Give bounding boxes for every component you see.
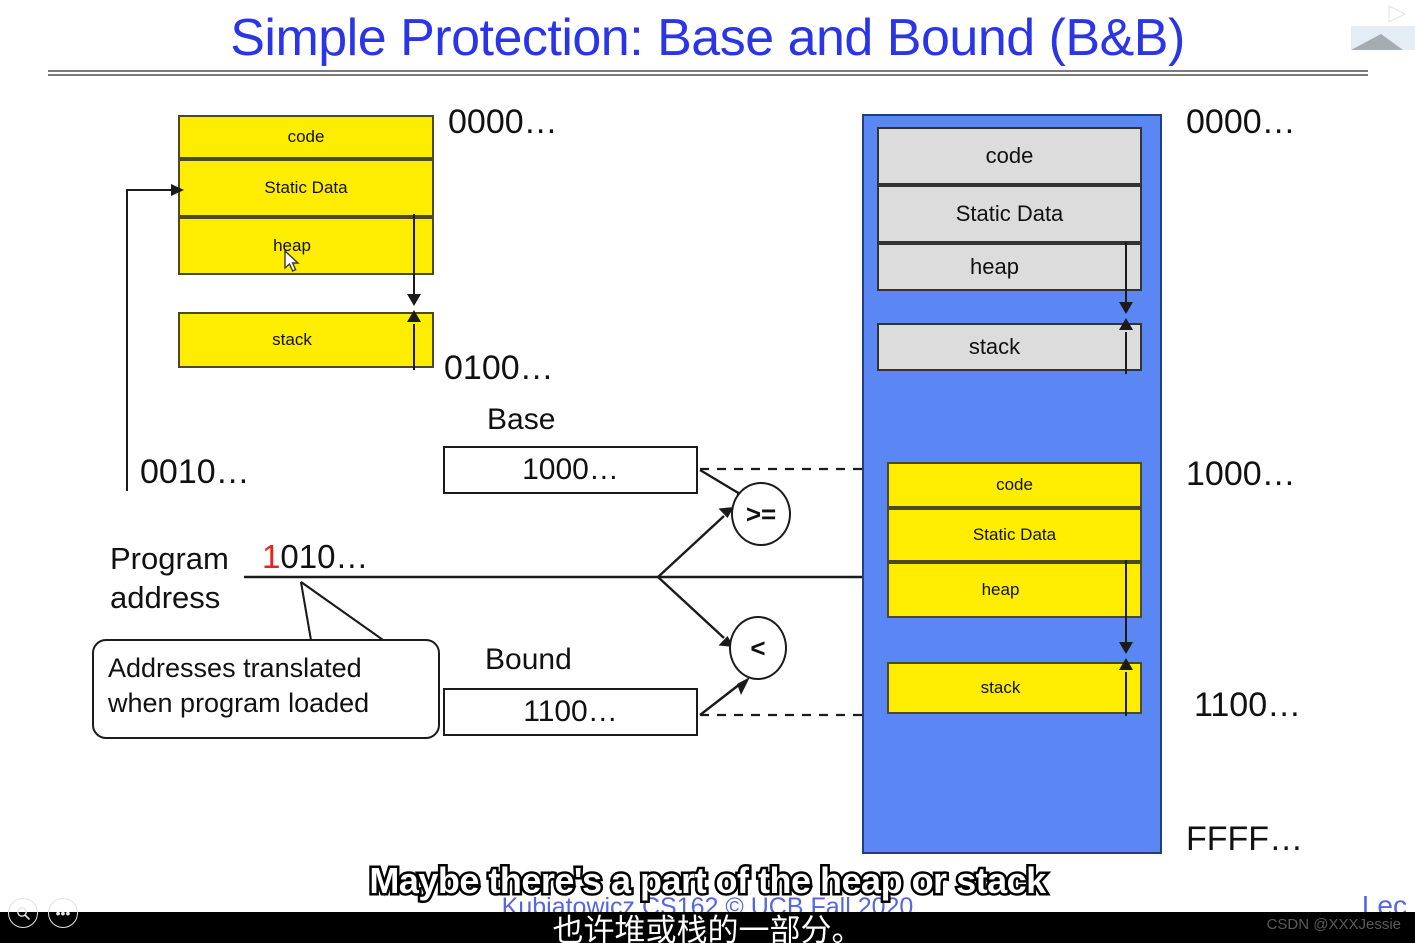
program-address-label-line1: Program bbox=[110, 541, 229, 576]
comparator-less-than: < bbox=[729, 616, 787, 680]
comparator-ge-label: >= bbox=[745, 498, 777, 529]
callout-line1: Addresses translated bbox=[108, 653, 362, 683]
segment-label: code bbox=[287, 127, 325, 146]
virtual-segment-stack: stack bbox=[178, 312, 434, 368]
virtual-segment-heap: heap bbox=[178, 217, 434, 275]
physical-upper-segment-code: code bbox=[877, 127, 1142, 185]
offset-address-label: 0010… bbox=[140, 453, 250, 491]
physical-upper-segment-heap: heap bbox=[877, 243, 1142, 291]
segment-label: code bbox=[985, 143, 1034, 168]
base-register-caption: Base bbox=[487, 403, 556, 436]
physical-lower-growth-arrows bbox=[1110, 558, 1144, 718]
virtual-growth-arrows bbox=[398, 212, 438, 372]
virtual-segment-code: code bbox=[178, 115, 434, 159]
callout-bubble: Addresses translated when program loaded bbox=[92, 639, 440, 739]
physical-upper-segment-stack: stack bbox=[877, 323, 1142, 371]
segment-label: stack bbox=[968, 334, 1021, 359]
physical-lower-segment-heap: heap bbox=[887, 562, 1142, 618]
caption-english: Maybe there's a part of the heap or stac… bbox=[367, 858, 1049, 904]
virtual-segment-static-data: Static Data bbox=[178, 159, 434, 217]
segment-label: heap bbox=[970, 254, 1019, 279]
virtual-address-bottom-label: 0100… bbox=[444, 349, 554, 387]
physical-label-base: 1000… bbox=[1186, 455, 1296, 493]
mouse-cursor bbox=[284, 249, 304, 274]
virtual-address-top-label: 0000… bbox=[448, 103, 558, 141]
segment-label: Static Data bbox=[264, 178, 348, 197]
physical-lower-segment-stack: stack bbox=[887, 662, 1142, 714]
segment-label: Static Data bbox=[972, 525, 1057, 544]
physical-label-bound: 1100… bbox=[1194, 686, 1302, 724]
watermark: CSDN @XXXJessie bbox=[1266, 916, 1401, 933]
comparator-lt-label: < bbox=[750, 632, 766, 663]
segment-label: stack bbox=[272, 330, 312, 349]
caption-chinese: 也许堆或栈的一部分。 bbox=[551, 912, 864, 943]
physical-upper-segment-static-data: Static Data bbox=[877, 185, 1142, 243]
physical-lower-segment-static-data: Static Data bbox=[887, 508, 1142, 562]
physical-upper-growth-arrows bbox=[1110, 240, 1144, 376]
slide-canvas: Simple Protection: Base and Bound (B&B) … bbox=[0, 0, 1415, 943]
physical-label-end: FFFF… bbox=[1186, 820, 1304, 858]
offset-pointer-line bbox=[120, 180, 190, 492]
segment-label: code bbox=[996, 475, 1033, 494]
title-divider bbox=[48, 70, 1368, 76]
comparator-greater-equal: >= bbox=[731, 482, 791, 546]
segment-label: stack bbox=[980, 678, 1021, 697]
search-icon[interactable] bbox=[8, 898, 38, 928]
segment-label: Static Data bbox=[955, 201, 1064, 226]
physical-lower-segment-code: code bbox=[887, 462, 1142, 508]
callout-tail bbox=[235, 578, 445, 648]
segment-label: heap bbox=[981, 580, 1020, 599]
physical-label-top: 0000… bbox=[1186, 103, 1296, 141]
more-options-icon[interactable]: ••• bbox=[48, 898, 78, 928]
program-address-label-line2: address bbox=[110, 580, 221, 615]
player-controls: ••• bbox=[8, 898, 78, 928]
page-title: Simple Protection: Base and Bound (B&B) bbox=[230, 9, 1185, 67]
callout-line2: when program loaded bbox=[108, 687, 370, 718]
